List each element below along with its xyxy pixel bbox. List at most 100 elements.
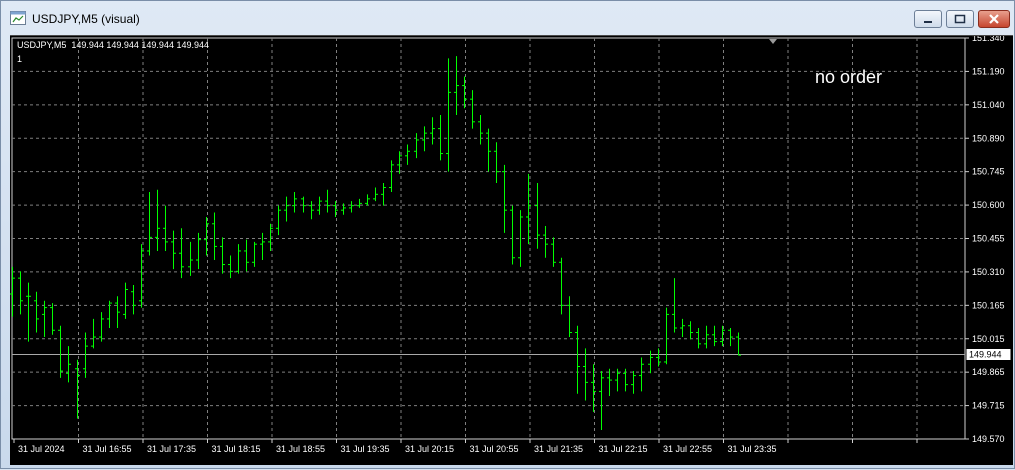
ohlc-bar [607, 368, 612, 396]
y-tick-label: 151.190 [972, 66, 1005, 76]
x-tick-label: 31 Jul 16:55 [83, 444, 132, 454]
ohlc-bar [567, 296, 572, 338]
ohlc-bar [373, 187, 378, 202]
ohlc-bar [688, 321, 693, 340]
ohlc-bar [333, 201, 338, 217]
price-axis: 151.340 151.190 151.040 150.890 150.745 150.6… [965, 33, 1005, 444]
y-tick-label: 151.340 [972, 36, 1005, 43]
ohlc-bar [559, 257, 564, 315]
ohlc-bar [115, 296, 120, 328]
ohlc-bar [631, 371, 636, 394]
ohlc-bar [696, 327, 701, 349]
ohlc-bar [163, 205, 168, 251]
ohlc-bar [470, 90, 475, 129]
ohlc-bar [349, 201, 354, 213]
ohlc-bar [260, 232, 265, 261]
ohlc-bar [236, 244, 241, 274]
ohlc-bar [510, 205, 515, 265]
title-bar[interactable]: USDJPY,M5 (visual) [1, 1, 1014, 35]
chart-grid [11, 37, 966, 440]
ohlc-bar [430, 117, 435, 145]
y-tick-label: 150.310 [972, 267, 1005, 277]
ohlc-bar [591, 364, 596, 412]
ohlc-bar [656, 348, 661, 367]
ohlc-bar [736, 332, 741, 356]
time-axis: 31 Jul 2024 31 Jul 16:55 31 Jul 17:35 31 Ju… [13, 439, 918, 454]
ohlc-bar [623, 368, 628, 392]
ohlc-bar [599, 371, 604, 430]
ohlc-bar [91, 318, 96, 349]
ohlc-bar [107, 300, 112, 328]
shift-marker-icon[interactable] [769, 39, 777, 44]
ohlc-bar [155, 189, 160, 251]
ohlc-bar [252, 241, 257, 267]
ohlc-bar [551, 237, 556, 267]
x-tick-label: 31 Jul 20:15 [405, 444, 454, 454]
status-text: no order [815, 67, 882, 87]
ohlc-bar [131, 284, 136, 315]
ohlc-bar [438, 115, 443, 161]
ohlc-bar [26, 282, 31, 342]
window-title: USDJPY,M5 (visual) [32, 12, 140, 26]
ohlc-bar [292, 192, 297, 213]
ohlc-bar [639, 357, 644, 392]
ohlc-bar [494, 142, 499, 183]
ohlc-bar [704, 325, 709, 349]
ohlc-bar [414, 133, 419, 159]
ohlc-bar [365, 194, 370, 206]
close-button[interactable] [978, 10, 1010, 28]
ohlc-bar [301, 196, 306, 213]
x-tick-label: 31 Jul 17:35 [147, 444, 196, 454]
chart-window-icon [10, 11, 26, 25]
ohlc-bar [712, 325, 717, 347]
price-bars [10, 56, 741, 430]
ohlc-bar [50, 303, 55, 335]
ohlc-bar [405, 144, 410, 165]
ohlc-bar [389, 160, 394, 193]
ohlc-bar [188, 241, 193, 276]
minimize-button[interactable] [914, 10, 942, 28]
ohlc-bar [10, 266, 15, 317]
restore-button[interactable] [946, 10, 974, 28]
ohlc-bar [220, 237, 225, 274]
y-tick-label: 150.890 [972, 133, 1005, 143]
ohlc-bar [325, 189, 330, 213]
x-tick-label: 31 Jul 18:55 [276, 444, 325, 454]
ohlc-bar [123, 282, 128, 319]
ohlc-bar [309, 201, 314, 220]
ohlc-bar [83, 332, 88, 378]
ohlc-bar [341, 203, 346, 215]
ohlc-bar [244, 239, 249, 272]
chart-area[interactable]: 151.340 151.190 151.040 150.890 150.745 150.6… [10, 33, 1013, 465]
x-tick-label: 31 Jul 18:15 [212, 444, 261, 454]
ohlc-bar [680, 318, 685, 338]
close-icon [989, 14, 999, 24]
y-tick-label: 150.015 [972, 334, 1005, 344]
current-price-label: 149.944 [969, 350, 1002, 360]
chart-window: USDJPY,M5 (visual) 151.340 151.190 151.040… [0, 0, 1015, 469]
x-tick-label: 31 Jul 22:55 [663, 444, 712, 454]
ohlc-bar [317, 196, 322, 215]
price-chart[interactable]: 151.340 151.190 151.040 150.890 150.745 150.6… [10, 33, 1013, 465]
x-tick-label: 31 Jul 19:35 [341, 444, 390, 454]
ohlc-bar [66, 346, 71, 383]
ohlc-bar [204, 216, 209, 256]
ohlc-bar [543, 226, 548, 258]
ohlc-bar [75, 359, 80, 419]
ohlc-bar [462, 76, 467, 109]
ohlc-bar [276, 205, 281, 236]
y-tick-label: 150.455 [972, 234, 1005, 244]
ohlc-bar [147, 192, 152, 256]
ohlc-bar [664, 307, 669, 365]
ohlc-bar [18, 271, 23, 315]
y-tick-label: 150.165 [972, 300, 1005, 310]
ohlc-bar [228, 255, 233, 279]
restore-icon [954, 14, 966, 24]
ohlc-bar [58, 325, 63, 378]
ohlc-bar [212, 212, 217, 261]
x-tick-label: 31 Jul 2024 [18, 444, 65, 454]
y-tick-label: 149.570 [972, 434, 1005, 444]
y-tick-label: 149.865 [972, 367, 1005, 377]
ohlc-bar [381, 182, 386, 206]
chart-sub-info: 1 [17, 54, 22, 64]
